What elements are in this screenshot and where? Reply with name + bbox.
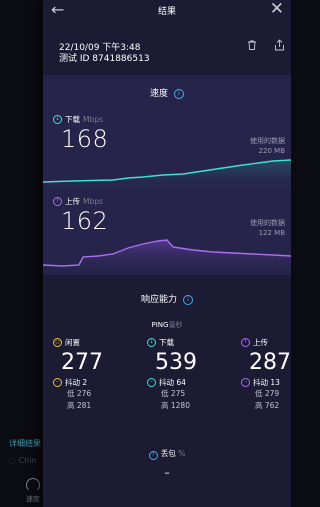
- download-speed-value: 168: [61, 125, 109, 153]
- results-panel: ← 结果 ✕ 22/10/09 下午3:48 测试 ID 8741886513 …: [43, 0, 291, 507]
- ping-upload-low: 低 279: [255, 389, 280, 398]
- ping-upload-column: ↑ 上传 287 – 抖动 13 低 279 高 762: [241, 337, 291, 412]
- trash-icon[interactable]: [247, 40, 257, 50]
- info-icon[interactable]: i: [174, 88, 184, 99]
- ping-upload-value: 287: [249, 350, 291, 375]
- close-icon[interactable]: ✕: [270, 1, 284, 18]
- speed-card: 速度 i ↓ 下载 Mbps 168 使用的数据 220 MB ↑ 上传 Mbp…: [43, 75, 291, 275]
- upload-arrow-icon: ↑: [53, 197, 62, 206]
- ping-download-high: 高 1280: [161, 401, 190, 410]
- download-arrow-icon: ↓: [53, 115, 62, 124]
- wifi-network-label: ◌ Chin: [9, 456, 37, 465]
- idle-icon: ○: [53, 338, 62, 347]
- ping-download-value: 539: [155, 350, 197, 375]
- ping-label: PING毫秒: [151, 321, 183, 329]
- packet-loss-value: –: [164, 466, 170, 479]
- jitter-icon: –: [147, 378, 156, 387]
- wifi-icon: ◌: [9, 456, 19, 465]
- jitter-icon: –: [241, 378, 250, 387]
- packet-loss-icon: ?: [148, 451, 158, 460]
- packet-loss-label: ? 丢包 %: [43, 448, 291, 460]
- upload-arrow-icon: ↑: [241, 338, 250, 347]
- download-graph: [43, 159, 291, 193]
- download-arrow-icon: ↓: [147, 338, 156, 347]
- download-header: ↓ 下载 Mbps: [53, 114, 103, 125]
- ping-idle-high: 高 281: [67, 401, 92, 410]
- responsiveness-section-title: 响应能力 i: [43, 292, 291, 305]
- ping-idle-column: ○ 闲置 277 – 抖动 2 低 276 高 281: [53, 337, 123, 412]
- info-icon[interactable]: i: [183, 294, 193, 305]
- test-id: 测试 ID 8741886513: [59, 54, 150, 64]
- speed-section-title: 速度 i: [43, 86, 291, 99]
- speed-gauge-icon: [26, 478, 40, 492]
- ping-upload-high: 高 762: [255, 401, 280, 410]
- share-icon[interactable]: [274, 39, 285, 51]
- detail-results-link[interactable]: 详细结果: [9, 438, 41, 449]
- jitter-icon: –: [53, 378, 62, 387]
- ping-idle-value: 277: [61, 350, 103, 375]
- ping-idle-low: 低 276: [67, 389, 92, 398]
- ping-download-column: ↓ 下载 539 – 抖动 64 低 275 高 1280: [147, 337, 217, 412]
- upload-graph: [43, 239, 291, 275]
- ping-download-low: 低 275: [161, 389, 186, 398]
- page-title: 结果: [157, 7, 176, 17]
- upload-header: ↑ 上传 Mbps: [53, 196, 103, 207]
- upload-speed-value: 162: [61, 207, 109, 235]
